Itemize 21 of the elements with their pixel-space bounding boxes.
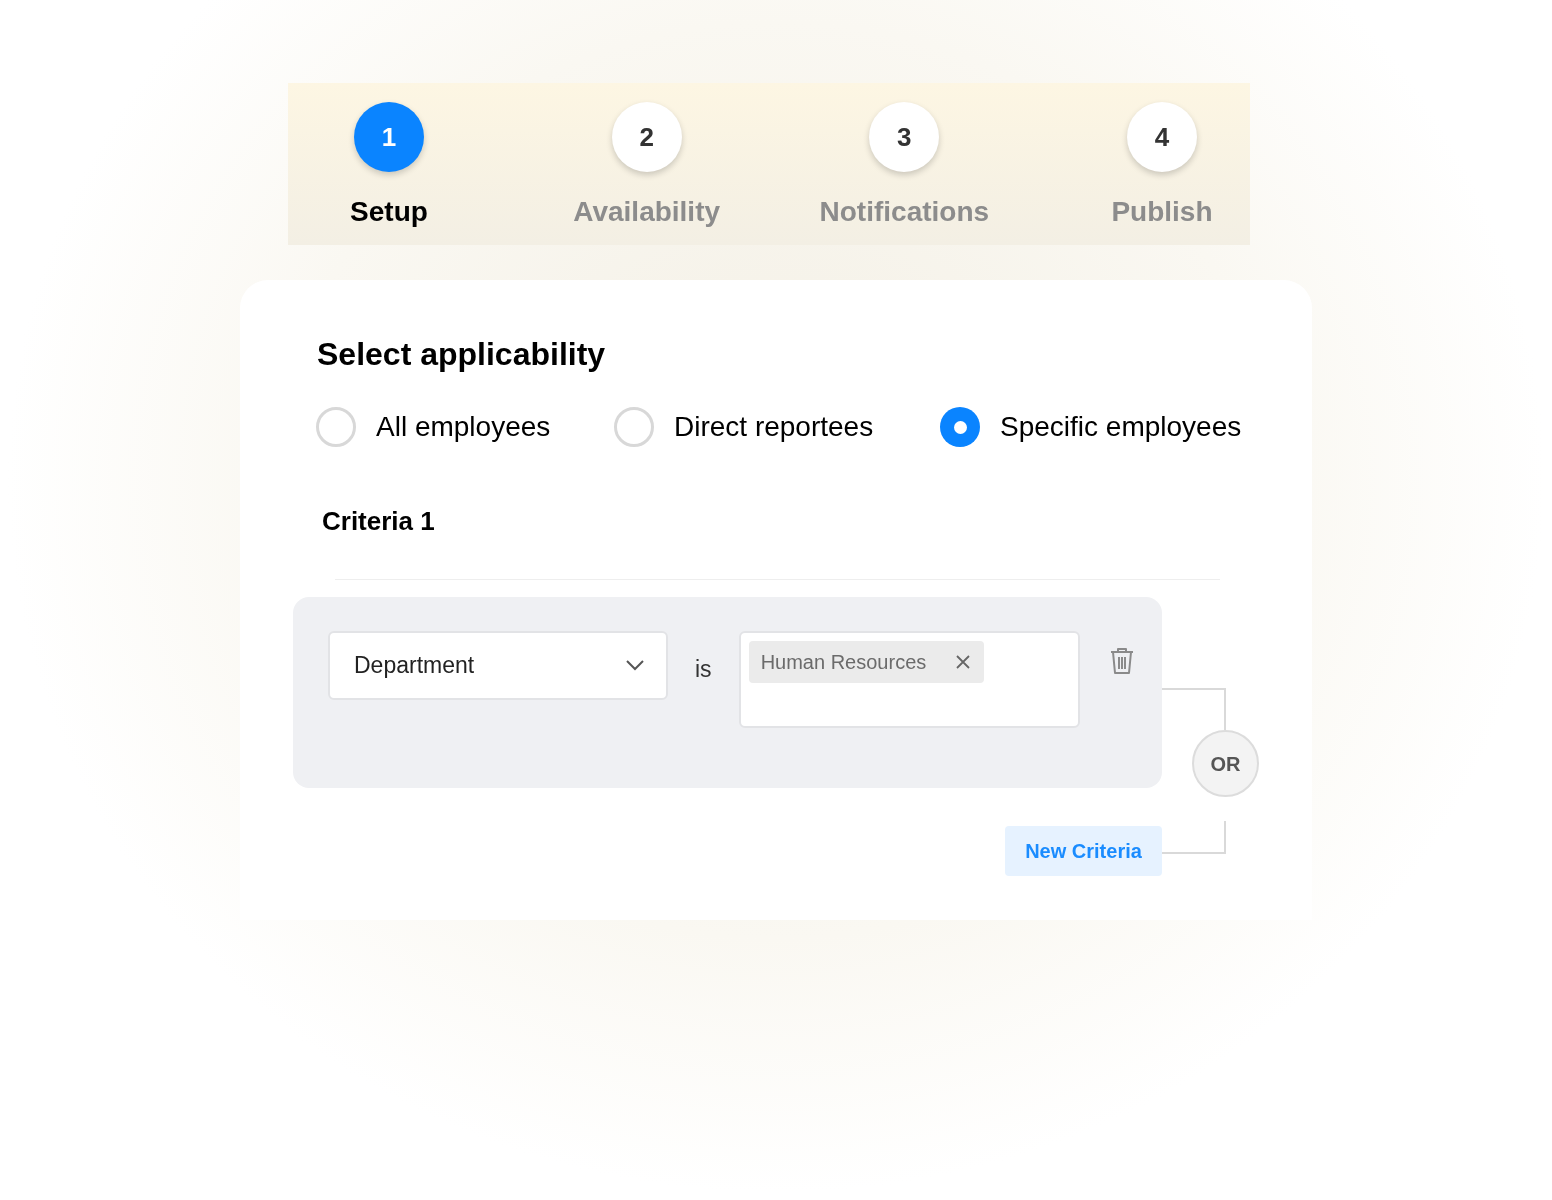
step-number[interactable]: 3: [869, 102, 940, 172]
step-label: Publish: [1111, 195, 1213, 229]
step-number[interactable]: 4: [1126, 102, 1197, 172]
trash-icon[interactable]: [1108, 647, 1135, 675]
close-icon[interactable]: [956, 655, 971, 669]
step-label: Setup: [350, 195, 428, 229]
step-number[interactable]: 1: [354, 102, 424, 172]
section-title: Select applicability: [317, 336, 606, 372]
criteria-title: Criteria 1: [322, 506, 435, 536]
radio-option[interactable]: Direct reportees: [614, 406, 940, 448]
value-tag: Human Resources: [748, 641, 985, 683]
step-label: Notifications: [819, 195, 990, 229]
or-badge: OR: [1192, 730, 1259, 797]
chevron-down-icon: [626, 660, 644, 671]
radio-option[interactable]: All employees: [316, 406, 614, 448]
step-number[interactable]: 2: [611, 102, 682, 172]
field-dropdown[interactable]: Department: [328, 631, 668, 700]
value-field[interactable]: Human Resources: [738, 631, 1080, 728]
step-label: Availability: [573, 195, 721, 229]
radio-option[interactable]: Specific employees: [940, 406, 1242, 448]
operator-label: is: [695, 655, 712, 684]
